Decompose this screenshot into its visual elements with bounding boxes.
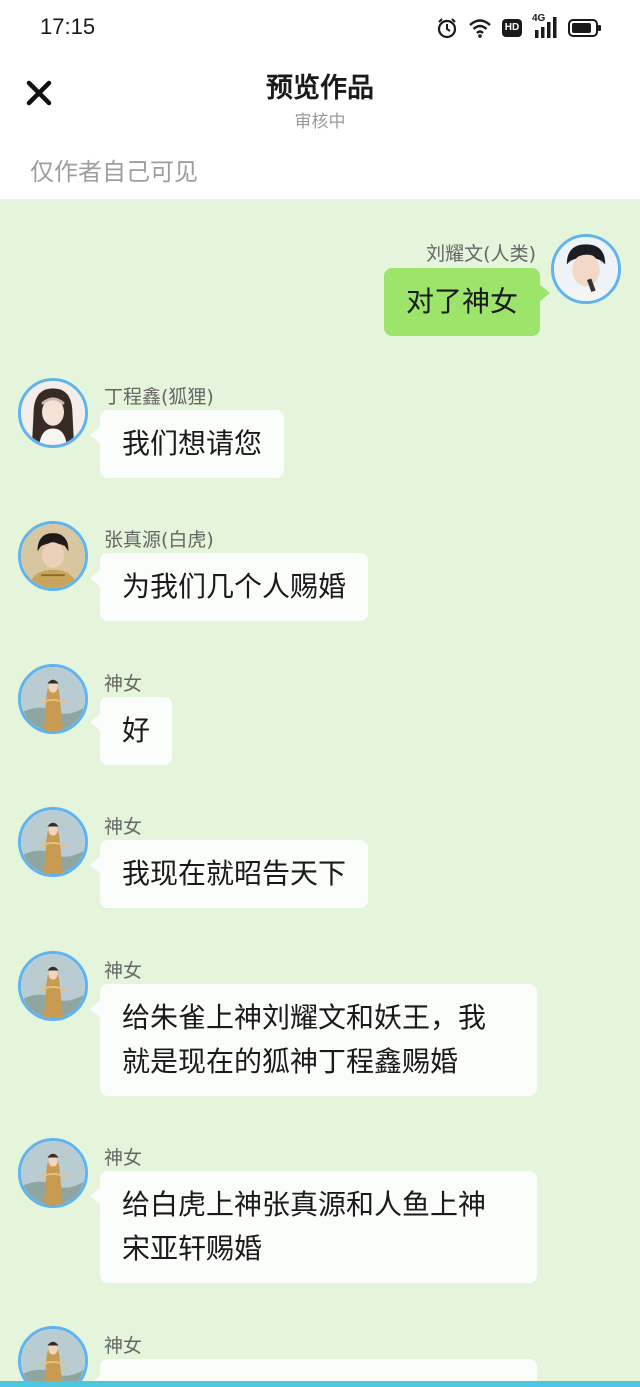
message-bubble[interactable]: 为我们几个人赐婚 [89, 553, 369, 621]
sender-name: 神女 [104, 960, 143, 982]
chat-area[interactable]: 刘耀文(人类) 对了神女 丁程鑫(狐狸) 我们想请您 张真源(白虎) 为我们几个… [0, 199, 640, 1387]
wifi-icon [468, 18, 492, 38]
sender-name: 神女 [104, 816, 143, 838]
goddess-avatar[interactable] [18, 1138, 88, 1208]
sender-name: 张真源(白虎) [104, 529, 214, 551]
sender-name: 神女 [104, 1147, 143, 1169]
page-title: 预览作品 [266, 73, 374, 104]
sender-name: 刘耀文(人类) [426, 243, 536, 265]
zhang-zhenyuan-avatar[interactable] [18, 521, 88, 591]
status-icons: HD 4G [436, 13, 602, 41]
message-line: 给白虎上神张真源和人鱼上神 [122, 1188, 487, 1221]
sender-name: 神女 [104, 673, 143, 695]
message-bubble[interactable]: 给白虎上神张真源和人鱼上神 宋亚轩赐婚 [90, 1171, 537, 1283]
message-bubble[interactable]: 好 [89, 697, 173, 765]
visibility-note: 仅作者自己可见 [30, 158, 198, 186]
message-line: 就是现在的狐神丁程鑫赐婚 [122, 1045, 459, 1078]
liu-yaowen-avatar[interactable] [551, 234, 621, 304]
goddess-avatar[interactable] [18, 664, 88, 734]
review-status: 审核中 [294, 112, 346, 132]
status-time: 17:15 [40, 14, 96, 39]
signal-4g-icon: 4G [532, 13, 558, 40]
message-line: 宋亚轩赐婚 [122, 1232, 263, 1265]
battery-icon [568, 18, 602, 38]
goddess-avatar[interactable] [18, 951, 88, 1021]
sender-name: 神女 [104, 1335, 143, 1357]
message-bubble[interactable]: 我们想请您 [89, 410, 285, 478]
sender-name: 丁程鑫(狐狸) [104, 386, 214, 408]
status-bar: 17:15 HD 4G [0, 0, 640, 56]
bottom-bar [0, 1381, 640, 1387]
message-line: 给朱雀上神刘耀文和妖王，我 [122, 1001, 487, 1034]
goddess-avatar[interactable] [18, 1326, 88, 1387]
message-bubble[interactable]: 对了神女 [383, 268, 551, 336]
top-area: 17:15 HD 4G 预览作品 审核中 仅作者自己可见 [0, 0, 640, 199]
message-bubble[interactable]: 给朱雀上神刘耀文和妖王，我 就是现在的狐神丁程鑫赐婚 [90, 984, 537, 1096]
message-bubble[interactable]: 我现在就昭告天下 [89, 840, 369, 908]
ding-chengxin-avatar[interactable] [18, 378, 88, 448]
hd-icon: HD [502, 19, 522, 37]
goddess-avatar[interactable] [18, 807, 88, 877]
alarm-icon [436, 17, 458, 39]
